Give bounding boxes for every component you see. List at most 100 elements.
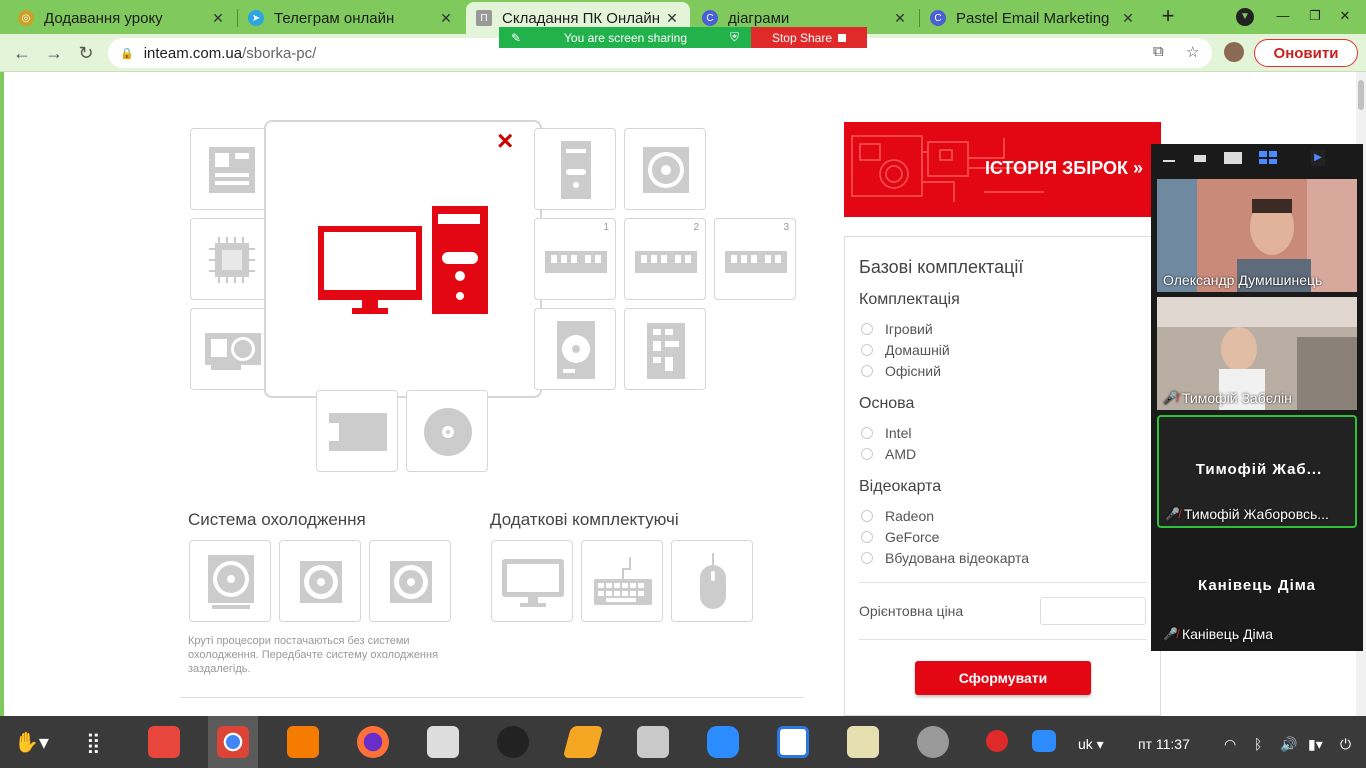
- bluetooth-icon[interactable]: ᛒ: [1254, 736, 1262, 752]
- keyboard-slot[interactable]: [581, 540, 663, 622]
- generate-button[interactable]: Сформувати: [915, 661, 1091, 695]
- zoom-icon[interactable]: [707, 726, 739, 758]
- app-store-icon[interactable]: [287, 726, 319, 758]
- case-fan-slot[interactable]: [279, 540, 361, 622]
- tab-search-icon[interactable]: ▼: [1236, 8, 1254, 26]
- stop-share-button[interactable]: Stop Share: [751, 27, 867, 48]
- tab-telegram[interactable]: ➤ Телеграм онлайн ✕: [238, 2, 464, 34]
- option-ofisnyi[interactable]: Офісний: [861, 363, 941, 379]
- reload-icon[interactable]: ↻: [74, 41, 98, 65]
- mouse-slot[interactable]: [671, 540, 753, 622]
- monitor-icon: [502, 559, 564, 607]
- clock[interactable]: пт 11:37: [1138, 736, 1190, 752]
- speaker-view-icon[interactable]: [1224, 152, 1242, 164]
- radio-button[interactable]: [861, 510, 873, 522]
- power-icon[interactable]: ⏻: [1340, 736, 1351, 753]
- plus-icon[interactable]: +: [1156, 5, 1180, 29]
- participant-tile-speaking[interactable]: Тимофій Жаб... 🎤̸ Тимофій Жаборовсь...: [1157, 415, 1357, 528]
- clear-build-icon[interactable]: ×: [497, 127, 513, 155]
- game-icon[interactable]: [497, 726, 529, 758]
- wifi-icon[interactable]: ◠: [1224, 736, 1236, 753]
- archive-icon[interactable]: [637, 726, 669, 758]
- participant-tile[interactable]: Канівець Діма 🎤̸ Канівець Діма: [1157, 533, 1357, 646]
- tab-dodavannia-uroku[interactable]: ◎ Додавання уроку ✕: [8, 2, 236, 34]
- minimize-icon[interactable]: —: [1274, 8, 1292, 26]
- firefox-icon[interactable]: [357, 726, 389, 758]
- cpu-slot[interactable]: [190, 218, 272, 300]
- translate-icon[interactable]: ⧉: [1153, 43, 1164, 60]
- bookmark-star-icon[interactable]: ☆: [1186, 43, 1199, 61]
- zoom-tray-icon[interactable]: [1032, 730, 1056, 752]
- radio-button[interactable]: [861, 365, 873, 377]
- battery-icon[interactable]: ▮▾: [1308, 736, 1323, 753]
- option-geforce[interactable]: GeForce: [861, 529, 939, 545]
- radio-button[interactable]: [861, 427, 873, 439]
- scrollbar-thumb[interactable]: [1358, 80, 1364, 110]
- radio-button[interactable]: [861, 448, 873, 460]
- option-igrovyi[interactable]: Ігровий: [861, 321, 933, 337]
- document-viewer-icon[interactable]: [777, 726, 809, 758]
- image-viewer-icon[interactable]: [847, 726, 879, 758]
- option-intel[interactable]: Intel: [861, 425, 911, 441]
- calculator-icon[interactable]: [427, 726, 459, 758]
- keyboard-layout[interactable]: uk ▾: [1078, 736, 1104, 753]
- close-tab-icon[interactable]: ✕: [664, 10, 680, 27]
- forward-arrow-icon[interactable]: →: [42, 41, 66, 65]
- profile-avatar[interactable]: [1224, 42, 1244, 62]
- ram-slot-1[interactable]: 1: [534, 218, 616, 300]
- pin-icon[interactable]: ✎: [511, 31, 521, 45]
- restore-icon[interactable]: ❐: [1306, 8, 1324, 26]
- option-integrated[interactable]: Вбудована відеокарта: [861, 550, 1029, 566]
- app-menu-icon[interactable]: ✋▾: [14, 730, 49, 755]
- ram-slot-2[interactable]: 2: [624, 218, 706, 300]
- close-window-icon[interactable]: ✕: [1336, 8, 1354, 26]
- chrome-icon[interactable]: [217, 726, 249, 758]
- canva-icon: C: [930, 10, 946, 26]
- close-tab-icon[interactable]: ✕: [210, 10, 226, 27]
- option-domashnii[interactable]: Домашній: [861, 342, 950, 358]
- anydesk-icon[interactable]: [148, 726, 180, 758]
- close-tab-icon[interactable]: ✕: [438, 10, 454, 27]
- lock-icon: 🔒: [120, 47, 134, 60]
- settings-gear-icon[interactable]: [917, 726, 949, 758]
- psu-slot[interactable]: [624, 128, 706, 210]
- grid-cell: [1269, 158, 1277, 164]
- back-arrow-icon[interactable]: ←: [10, 41, 34, 65]
- option-radeon[interactable]: Radeon: [861, 508, 934, 524]
- option-amd[interactable]: AMD: [861, 446, 916, 462]
- case-fan-slot-2[interactable]: [369, 540, 451, 622]
- monitor-slot[interactable]: [491, 540, 573, 622]
- radio-button[interactable]: [861, 531, 873, 543]
- minimize-icon[interactable]: [1163, 160, 1175, 162]
- radio-button[interactable]: [861, 344, 873, 356]
- hide-video-icon[interactable]: [1194, 155, 1206, 162]
- participant-tile[interactable]: 🎤̸ Тимофій Забєлін: [1157, 297, 1357, 410]
- gallery-view-icon[interactable]: [1259, 151, 1277, 164]
- participant-tile[interactable]: Олександр Думишинець: [1157, 179, 1357, 292]
- radio-button[interactable]: [861, 323, 873, 335]
- typora-icon[interactable]: [562, 726, 604, 758]
- update-button[interactable]: Оновити: [1254, 39, 1358, 67]
- optical-drive-slot[interactable]: [406, 390, 488, 472]
- volume-icon[interactable]: 🔊: [1280, 736, 1297, 753]
- close-tab-icon[interactable]: ✕: [892, 10, 908, 27]
- hdd-slot[interactable]: [534, 308, 616, 390]
- tab-pastel-email[interactable]: C Pastel Email Marketing ✕: [920, 2, 1146, 34]
- build-history-banner[interactable]: ІСТОРІЯ ЗБІРОК »: [844, 122, 1161, 217]
- next-page-icon[interactable]: ▶: [1311, 150, 1325, 166]
- stop-share-label: Stop Share: [771, 30, 833, 45]
- do-not-disturb-icon[interactable]: [986, 730, 1008, 752]
- case-slot[interactable]: [534, 128, 616, 210]
- price-field[interactable]: [1040, 597, 1146, 625]
- gpu-slot[interactable]: [190, 308, 272, 390]
- cpu-cooler-slot[interactable]: [189, 540, 271, 622]
- participant-name: Тимофій Забєлін: [1181, 390, 1292, 406]
- app-grid-icon[interactable]: ⣿: [86, 730, 101, 755]
- motherboard-slot[interactable]: [190, 128, 272, 210]
- ram-slot-3[interactable]: 3: [714, 218, 796, 300]
- tab-title: Складання ПК Онлайн: [502, 9, 661, 27]
- radio-button[interactable]: [861, 552, 873, 564]
- close-tab-icon[interactable]: ✕: [1120, 10, 1136, 27]
- card-reader-slot[interactable]: [316, 390, 398, 472]
- ssd-slot[interactable]: [624, 308, 706, 390]
